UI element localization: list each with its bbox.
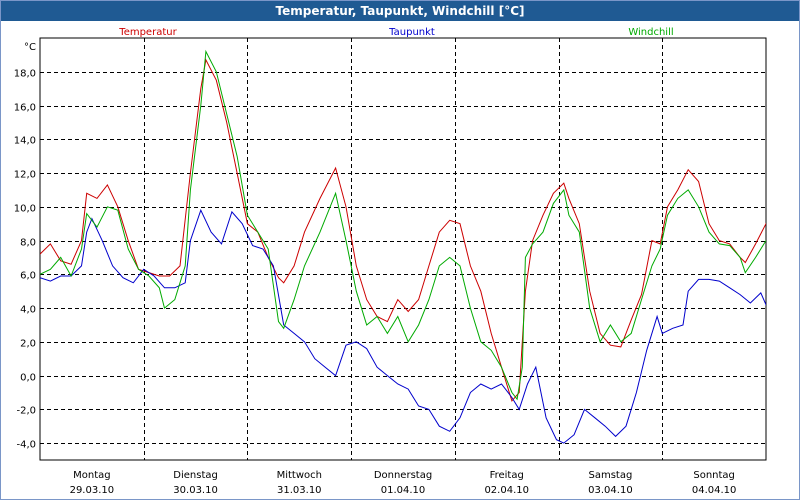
y-tick-label: 18,0 <box>14 69 36 80</box>
x-date-label: 02.04.10 <box>484 485 529 496</box>
x-day-label: Montag <box>73 470 110 481</box>
y-tick-label: 12,0 <box>14 170 36 181</box>
x-date-label: 01.04.10 <box>381 485 426 496</box>
x-date-label: 04.04.10 <box>692 485 737 496</box>
y-tick-label: 14,0 <box>14 136 36 147</box>
grid <box>40 38 766 460</box>
y-tick-label: 8,0 <box>20 238 36 249</box>
y-tick-label: 2,0 <box>20 339 36 350</box>
y-tick-label: 10,0 <box>14 204 36 215</box>
y-tick-label: 16,0 <box>14 103 36 114</box>
y-tick-label: -4,0 <box>16 440 36 451</box>
y-axis-unit: °C <box>24 42 36 53</box>
y-tick-label: 4,0 <box>20 305 36 316</box>
legend-taupunkt: Taupunkt <box>388 27 435 38</box>
chart-svg: -4,0 -2,0 0,0 2,0 4,0 6,0 8,0 10,0 12,0 14,0 16,0 1… <box>14 27 767 496</box>
x-date-label: 30.03.10 <box>173 485 218 496</box>
series-line-taupunkt <box>40 208 766 444</box>
plot-area-border <box>39 37 767 461</box>
y-tick-label: 0,0 <box>20 373 36 384</box>
x-day-label: Mittwoch <box>277 470 322 481</box>
x-day-label: Freitag <box>490 470 524 481</box>
x-day-label: Samstag <box>589 470 633 481</box>
x-day-label: Donnerstag <box>374 470 432 481</box>
x-day-label: Dienstag <box>173 470 218 481</box>
legend-temperatur: Temperatur <box>118 27 177 38</box>
series-layer <box>40 49 766 444</box>
legend-windchill: Windchill <box>628 27 673 38</box>
labels-layer: -4,0 -2,0 0,0 2,0 4,0 6,0 8,0 10,0 12,0 14,0 16,0 1… <box>14 27 737 496</box>
x-date-label: 29.03.10 <box>70 485 115 496</box>
series-line-windchill <box>40 49 766 401</box>
y-tick-label: 6,0 <box>20 271 36 282</box>
series-line-temperatur <box>40 58 766 402</box>
x-day-label: Sonntag <box>693 470 735 481</box>
y-tick-label: -2,0 <box>16 406 36 417</box>
x-date-label: 03.04.10 <box>588 485 633 496</box>
x-date-label: 31.03.10 <box>277 485 322 496</box>
